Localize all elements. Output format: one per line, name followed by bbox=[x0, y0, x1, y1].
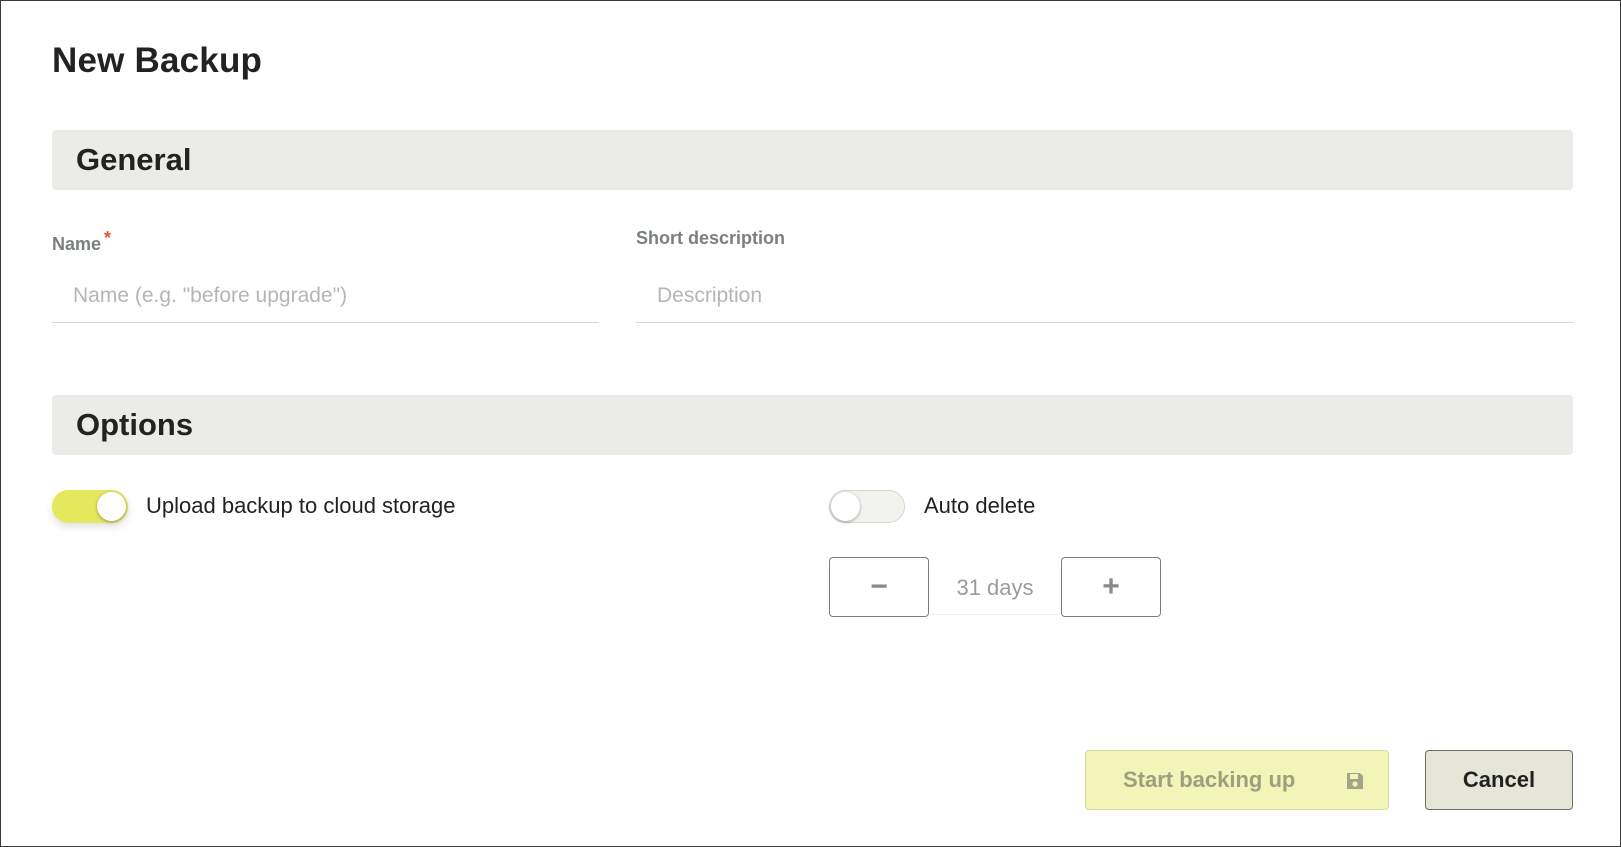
section-title-options: Options bbox=[76, 407, 194, 442]
upload-cloud-label: Upload backup to cloud storage bbox=[146, 493, 456, 518]
section-header-general: General bbox=[52, 130, 1573, 190]
minus-icon: − bbox=[870, 570, 888, 603]
auto-delete-toggle[interactable] bbox=[829, 490, 905, 523]
section-header-options: Options bbox=[52, 395, 1573, 455]
save-icon bbox=[1347, 773, 1363, 789]
name-label-text: Name bbox=[52, 234, 102, 254]
dialog-title: New Backup bbox=[52, 41, 263, 80]
auto-delete-label: Auto delete bbox=[924, 493, 1036, 518]
name-label: Name * bbox=[52, 228, 111, 255]
cancel-button[interactable]: Cancel bbox=[1425, 750, 1573, 810]
toggle-knob bbox=[831, 492, 860, 521]
upload-cloud-toggle[interactable] bbox=[52, 490, 128, 523]
required-marker: * bbox=[104, 228, 112, 248]
increment-days-button[interactable]: + bbox=[1061, 557, 1161, 617]
start-backing-up-button[interactable]: Start backing up bbox=[1085, 750, 1389, 810]
plus-icon: + bbox=[1102, 570, 1120, 603]
start-backing-up-label: Start backing up bbox=[1123, 767, 1296, 792]
name-input[interactable] bbox=[52, 269, 599, 323]
short-description-input[interactable] bbox=[636, 269, 1573, 323]
decrement-days-button[interactable]: − bbox=[829, 557, 929, 617]
section-title-general: General bbox=[76, 142, 192, 177]
cancel-label: Cancel bbox=[1462, 767, 1536, 792]
retention-days-value: 31 days bbox=[932, 561, 1058, 615]
toggle-knob bbox=[97, 492, 126, 521]
short-description-label: Short description bbox=[636, 228, 786, 248]
new-backup-dialog: New Backup General Name* Short descripti… bbox=[0, 0, 1621, 847]
